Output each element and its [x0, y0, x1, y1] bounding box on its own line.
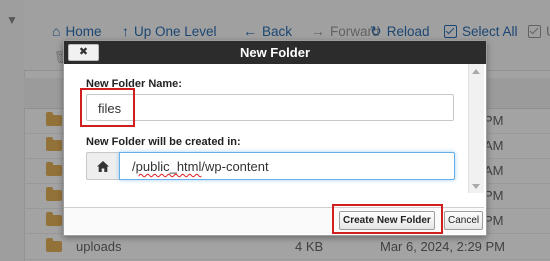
home-icon [97, 161, 109, 172]
path-addon [86, 152, 119, 180]
folder-name-input[interactable]: files [86, 94, 454, 121]
folder-name-highlight [80, 88, 135, 127]
create-button-highlight [332, 204, 443, 234]
new-folder-dialog: ✖ New Folder New Folder Name: files New … [63, 40, 487, 236]
scroll-down-icon[interactable] [472, 184, 480, 189]
dialog-title-bar: ✖ New Folder [64, 41, 486, 64]
dialog-title: New Folder [239, 45, 311, 60]
cancel-button[interactable]: Cancel [444, 211, 484, 230]
scroll-up-icon[interactable] [472, 69, 480, 74]
dialog-body: New Folder Name: files New Folder will b… [64, 64, 484, 208]
path-suffix: /wp-content [201, 159, 269, 174]
path-misspelled: public_html [135, 159, 202, 174]
location-label: New Folder will be created in: [86, 136, 241, 148]
file-manager-screen: ▼ ⌂ Home ↑ Up One Level ← Back → Forward… [0, 0, 550, 261]
folder-path-input[interactable]: /public_html/wp-content [119, 152, 455, 180]
dialog-scrollbar[interactable] [468, 64, 484, 193]
